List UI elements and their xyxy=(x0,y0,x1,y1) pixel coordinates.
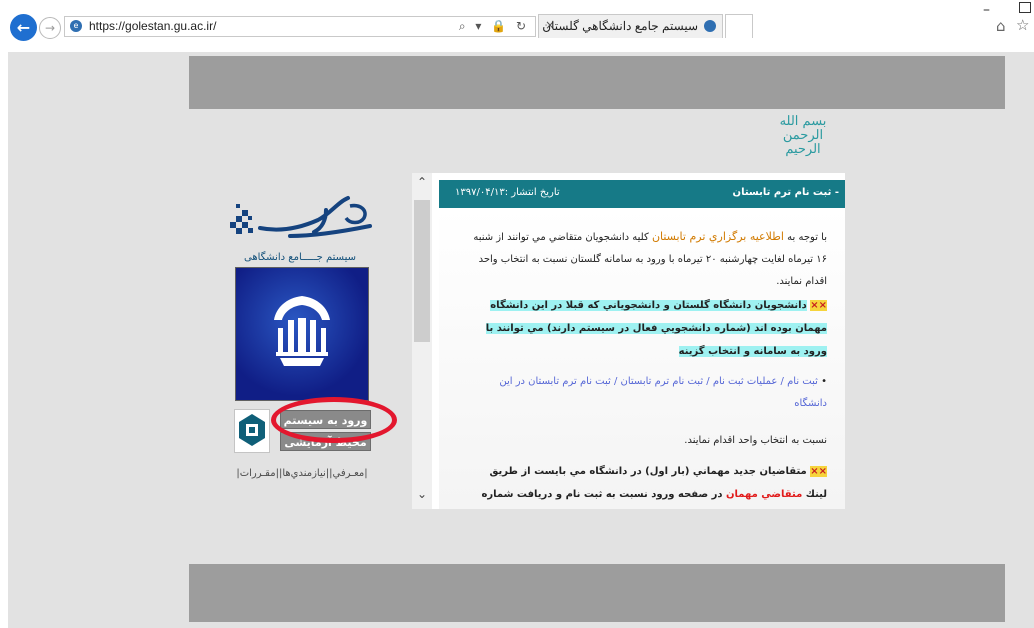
paragraph-2: ×× دانشجويان دانشگاه گلستان و دانشجوياني… xyxy=(471,294,827,363)
paragraph-1: با توجه به اطلاعيه برگزاري ترم تابستان ك… xyxy=(471,226,827,293)
golestan-logo-graphic xyxy=(230,196,372,238)
minimize-icon[interactable]: – xyxy=(983,2,990,18)
partner-logo xyxy=(234,409,270,453)
guest-applicant-link[interactable]: متقاضي مهمان xyxy=(726,489,802,500)
news-content: - ثبت نام ترم تابستان تاريخ انتشار :۱۳۹۷… xyxy=(439,180,845,509)
star-marker: ×× xyxy=(810,300,827,311)
restore-icon[interactable] xyxy=(1019,2,1031,13)
tab-site-icon xyxy=(704,20,716,32)
scroll-up-icon[interactable]: ⌃ xyxy=(415,175,429,191)
test-environment-button[interactable]: محیط آزمایشی xyxy=(280,432,371,451)
p1-pre: با توجه به xyxy=(787,232,827,243)
browser-toolbar: ← → e https://golestan.gu.ac.ir/ ⌕ ▾ 🔒 ↻… xyxy=(0,0,1034,52)
login-button[interactable]: ورود به سیستم xyxy=(280,410,371,429)
university-emblem xyxy=(235,267,369,401)
forward-button[interactable]: → xyxy=(39,17,61,39)
news-panel: ⌃ ⌄ - ثبت نام ترم تابستان تاريخ انتشار :… xyxy=(412,173,845,509)
address-bar[interactable]: e https://golestan.gu.ac.ir/ ⌕ ▾ 🔒 ↻ xyxy=(64,16,536,37)
news-date: تاريخ انتشار :۱۳۹۷/۰۴/۱۳ xyxy=(455,187,560,198)
top-banner xyxy=(189,56,1005,109)
footer-links[interactable]: |معـرفي||نيازمندي‌ها||مقـررات| xyxy=(222,468,382,479)
tab-golestan[interactable]: × سيستم جامع دانشگاهي گلستان xyxy=(538,14,723,38)
news-scrollbar[interactable]: ⌃ ⌄ xyxy=(412,173,432,509)
back-button[interactable]: ← xyxy=(10,14,37,41)
scroll-thumb[interactable] xyxy=(414,200,430,342)
new-tab-button[interactable] xyxy=(725,14,753,38)
bottom-banner xyxy=(189,564,1005,622)
address-tools[interactable]: ⌕ ▾ 🔒 ↻ xyxy=(459,19,529,34)
logo-subtitle: سیستم جـــــامع دانشگاهی xyxy=(243,252,357,263)
bismillah-calligraphy: بسم الله الرحمن الرحیم xyxy=(779,114,827,157)
p2-text: دانشجويان دانشگاه گلستان و دانشجوياني كه… xyxy=(485,300,827,357)
bullet-icon: • xyxy=(817,376,827,387)
news-body: با توجه به اطلاعيه برگزاري ترم تابستان ك… xyxy=(439,208,845,509)
bullet-item: • ثبت نام / عمليات ثبت نام / ثبت نام ترم… xyxy=(471,371,827,415)
scroll-down-icon[interactable]: ⌄ xyxy=(415,487,429,503)
partner-logo-icon xyxy=(239,414,265,446)
paragraph-3: نسبت به انتخاب واحد اقدام نمايند. xyxy=(684,435,827,446)
site-icon: e xyxy=(70,20,82,32)
registration-path-link[interactable]: ثبت نام / عمليات ثبت نام / ثبت نام ترم ت… xyxy=(499,376,827,409)
tab-title: سيستم جامع دانشگاهي گلستان xyxy=(542,19,698,33)
home-icon[interactable]: ⌂ xyxy=(996,17,1006,35)
emblem-icon xyxy=(274,296,330,366)
address-url[interactable]: https://golestan.gu.ac.ir/ xyxy=(89,19,216,33)
star-icon[interactable]: ☆ xyxy=(1016,16,1029,34)
announcement-link[interactable]: اطلاعيه برگزاري ترم تابستان xyxy=(652,230,784,243)
news-header: - ثبت نام ترم تابستان تاريخ انتشار :۱۳۹۷… xyxy=(439,180,845,208)
star-marker-2: ×× xyxy=(810,466,827,477)
paragraph-4: ×× متقاضيان جديد مهماني (بار اول) در دان… xyxy=(471,460,827,509)
page-viewport: بسم الله الرحمن الرحیم سیستم جـــــامع د… xyxy=(8,52,1034,628)
golestan-logo: سیستم جـــــامع دانشگاهی xyxy=(230,192,380,263)
news-title: - ثبت نام ترم تابستان xyxy=(732,187,839,198)
